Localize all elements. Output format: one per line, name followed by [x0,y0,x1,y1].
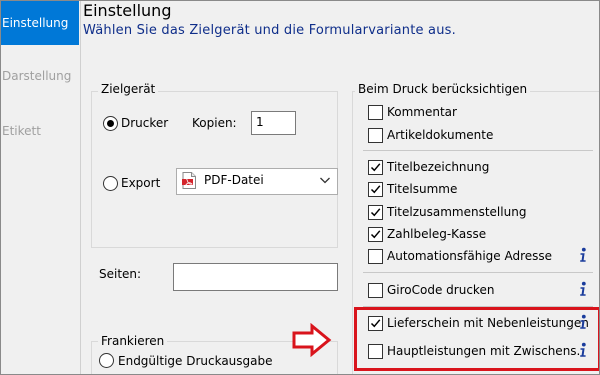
red-arrow-right-icon [292,323,332,357]
kommentar-checkbox[interactable] [368,105,383,120]
zahlbeleg-kasse-checkbox[interactable] [368,227,383,242]
automationsfaehige-adresse-label: Automationsfähige Adresse [387,249,553,263]
checkmark-icon [370,208,381,217]
checkmark-icon [370,230,381,239]
seiten-input[interactable] [173,263,338,291]
zielgeraet-group-title: Zielgerät [98,82,159,96]
titelzusammenstellung-label: Titelzusammenstellung [387,205,527,219]
kommentar-label: Kommentar [387,105,457,119]
frankieren-group-title: Frankieren [98,334,168,348]
titelzusammenstellung-checkbox[interactable] [368,205,383,220]
option-zahlbeleg-kasse[interactable]: Zahlbeleg-Kasse [368,224,599,246]
option-titelbezeichnung[interactable]: Titelbezeichnung [368,157,599,179]
checkmark-icon [370,163,381,172]
export-format-value: PDF-Datei [204,173,264,187]
page-title: Einstellung [83,1,172,20]
seiten-label: Seiten: [99,267,142,281]
pdf-file-icon [182,172,196,189]
checkmark-icon [370,185,381,194]
export-label: Export [121,176,161,190]
dialog-window: Einstellung Darstellung Etikett Einstell… [0,0,600,375]
option-titelsumme[interactable]: Titelsumme [368,179,599,201]
endgueltige-druckausgabe-label: Endgültige Druckausgabe [118,354,273,368]
main-panel: Einstellung Wählen Sie das Zielgerät und… [80,1,599,374]
chevron-down-icon [320,177,330,184]
info-icon[interactable] [579,247,587,263]
titelsumme-checkbox[interactable] [368,182,383,197]
sidebar-item-etikett[interactable]: Etikett [1,109,79,153]
automationsfaehige-adresse-checkbox[interactable] [368,249,383,264]
separator [363,272,593,273]
highlight-frame [354,307,599,371]
sidebar: Einstellung Darstellung Etikett [1,1,80,374]
girocode-drucken-label: GiroCode drucken [387,283,495,297]
titelbezeichnung-label: Titelbezeichnung [387,160,490,174]
girocode-drucken-checkbox[interactable] [368,283,383,298]
sidebar-item-darstellung[interactable]: Darstellung [1,54,79,98]
titelsumme-label: Titelsumme [387,182,458,196]
endgueltige-druckausgabe-radio[interactable] [99,353,114,368]
export-radio[interactable] [103,176,118,191]
option-automationsfaehige-adresse[interactable]: Automationsfähige Adresse [368,246,599,268]
zahlbeleg-kasse-label: Zahlbeleg-Kasse [387,227,487,241]
artikeldokumente-checkbox[interactable] [368,128,383,143]
drucker-radio[interactable] [103,116,118,131]
option-titelzusammenstellung[interactable]: Titelzusammenstellung [368,202,599,224]
info-icon[interactable] [579,281,587,297]
option-girocode-drucken[interactable]: GiroCode drucken [368,280,599,302]
sidebar-item-einstellung[interactable]: Einstellung [1,1,79,45]
separator [363,150,593,151]
option-kommentar[interactable]: Kommentar [368,102,599,124]
titelbezeichnung-checkbox[interactable] [368,160,383,175]
drucker-label: Drucker [121,116,169,130]
kopien-input[interactable]: 1 [251,111,296,135]
kopien-label: Kopien: [192,116,237,130]
option-artikeldokumente[interactable]: Artikeldokumente [368,125,599,147]
artikeldokumente-label: Artikeldokumente [387,128,494,142]
export-format-select[interactable]: PDF-Datei [176,168,338,195]
